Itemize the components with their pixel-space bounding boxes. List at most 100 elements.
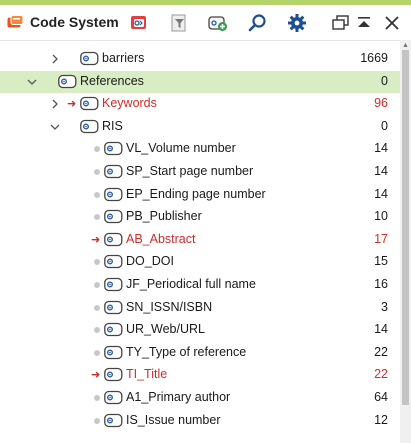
tree-row[interactable]: VL_Volume number 14 (0, 138, 400, 160)
tree-row[interactable]: ➜ AB_Abstract 17 (0, 229, 400, 251)
undock-button[interactable] (330, 12, 352, 34)
tree-row[interactable]: DO_DOI 15 (0, 251, 400, 273)
bullet-dot-icon (94, 417, 100, 424)
code-count: 0 (381, 73, 388, 88)
expand-arrow-icon[interactable] (48, 52, 62, 66)
panel-title: Code System (30, 14, 119, 30)
activated-code-arrow-icon: ➜ (91, 369, 101, 382)
scrollbar-thumb[interactable] (402, 50, 409, 405)
activated-code-arrow-icon: ➜ (91, 233, 101, 246)
code-icon (104, 187, 123, 202)
code-count: 1669 (360, 51, 388, 65)
code-icon (104, 254, 123, 269)
tree-row[interactable]: TY_Type of reference 22 (0, 342, 400, 364)
code-icon (104, 390, 123, 405)
bullet-dot-icon (94, 259, 100, 266)
tree-row[interactable]: SN_ISSN/ISBN 3 (0, 297, 400, 319)
code-icon (104, 300, 123, 315)
bullet-dot-icon (94, 214, 100, 221)
code-count: 14 (374, 141, 388, 156)
tree-row[interactable]: PB_Publisher 10 (0, 206, 400, 228)
code-label: Keywords (102, 96, 157, 111)
bullet-dot-icon (94, 191, 100, 198)
code-label: DO_DOI (126, 254, 174, 269)
code-count: 16 (374, 277, 388, 291)
tree-row[interactable]: References 0 (0, 70, 400, 93)
code-label: TY_Type of reference (126, 344, 247, 359)
code-count: 17 (374, 231, 388, 246)
settings-button[interactable] (286, 12, 308, 34)
tree-row[interactable]: UR_Web/URL 14 (0, 319, 400, 341)
activated-code-arrow-icon: ➜ (67, 98, 77, 111)
code-icon (80, 96, 99, 111)
code-count: 12 (374, 412, 388, 427)
collapse-arrow-icon[interactable] (25, 75, 39, 89)
bullet-dot-icon (94, 395, 100, 401)
add-code-button[interactable] (207, 12, 229, 34)
filter-button[interactable] (168, 12, 190, 34)
code-icon (80, 119, 99, 134)
collapse-up-button[interactable] (353, 12, 375, 34)
collapse-arrow-icon[interactable] (48, 120, 62, 134)
bullet-dot-icon (94, 349, 100, 356)
code-label: UR_Web/URL (126, 322, 205, 337)
code-icon (104, 164, 123, 179)
code-count: 22 (374, 367, 388, 382)
tree-row[interactable]: ➜ Keywords 96 (0, 93, 400, 115)
code-label: PB_Publisher (126, 209, 202, 224)
code-icon (104, 345, 123, 360)
code-count: 3 (381, 299, 388, 314)
code-label: References (80, 73, 144, 88)
code-label: EP_Ending page number (126, 186, 266, 201)
vertical-scrollbar[interactable]: ▲ (400, 40, 411, 443)
code-label: A1_Primary author (126, 390, 231, 404)
code-system-icon (7, 15, 24, 29)
tree-row[interactable]: EP_Ending page number 14 (0, 184, 400, 206)
bullet-dot-icon (94, 327, 100, 334)
code-label: IS_Issue number (126, 412, 221, 427)
tree-row[interactable]: ➜ TI_Title 22 (0, 364, 400, 386)
tree-row[interactable]: IS_Issue number 12 (0, 410, 400, 432)
tree-row[interactable]: RIS 0 (0, 116, 400, 138)
code-label: JF_Periodical full name (126, 277, 256, 291)
code-label: SN_ISSN/ISBN (126, 299, 213, 314)
code-icon (104, 209, 123, 224)
code-count: 10 (374, 209, 388, 224)
code-label: RIS (102, 118, 123, 133)
close-button[interactable] (381, 12, 403, 34)
tree-row[interactable]: barriers 1669 (0, 48, 400, 70)
tree-row[interactable]: SP_Start page number 14 (0, 161, 400, 183)
bullet-dot-icon (94, 146, 100, 153)
code-icon (80, 51, 99, 66)
code-icon (104, 322, 123, 337)
code-count: 22 (374, 344, 388, 359)
code-icon (104, 413, 123, 428)
code-tree: barriers 1669 References 0 ➜ Keywords 96 RIS 0 VL… (0, 48, 400, 443)
search-button[interactable] (247, 12, 269, 34)
code-label: SP_Start page number (126, 164, 254, 178)
code-count: 14 (374, 186, 388, 201)
code-label: VL_Volume number (126, 141, 236, 156)
bullet-dot-icon (94, 282, 100, 288)
scroll-up-icon[interactable]: ▲ (402, 42, 409, 49)
code-icon (104, 277, 123, 292)
code-count: 64 (374, 390, 388, 404)
code-label: barriers (102, 51, 145, 65)
expand-arrow-icon[interactable] (48, 97, 62, 111)
code-icon (104, 141, 123, 156)
code-label: TI_Title (126, 367, 168, 382)
code-count: 14 (374, 164, 388, 178)
code-icon (104, 367, 123, 382)
code-count: 96 (374, 96, 388, 111)
bullet-dot-icon (94, 304, 100, 311)
title-bar: Code System (0, 5, 411, 41)
code-icon (58, 74, 77, 89)
new-code-button[interactable] (128, 12, 150, 34)
code-count: 0 (381, 118, 388, 133)
bullet-dot-icon (94, 169, 100, 175)
code-icon (104, 232, 123, 247)
code-count: 14 (374, 322, 388, 337)
code-count: 15 (374, 254, 388, 269)
tree-row[interactable]: A1_Primary author 64 (0, 387, 400, 409)
tree-row[interactable]: JF_Periodical full name 16 (0, 274, 400, 296)
